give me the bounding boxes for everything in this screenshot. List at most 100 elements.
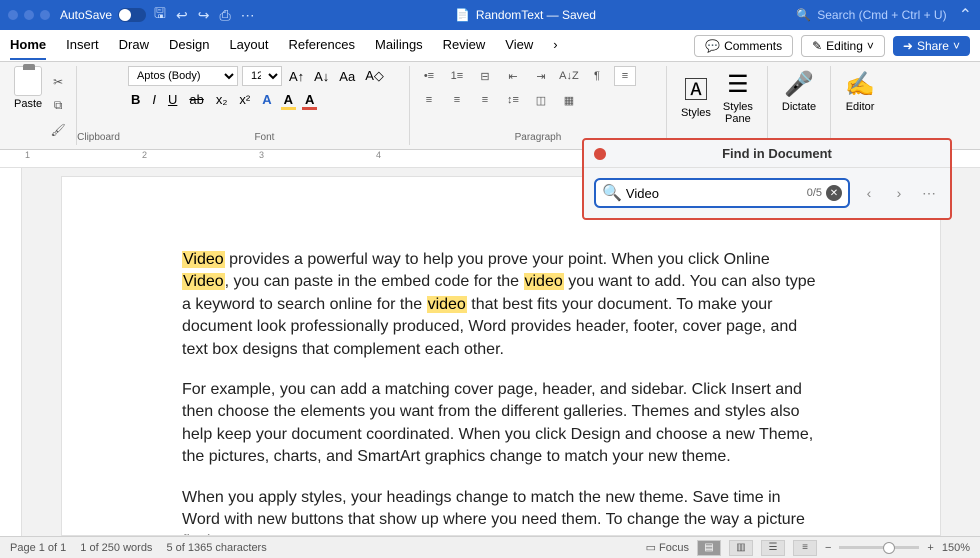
copy-icon[interactable]: ⧉: [48, 96, 68, 116]
status-page[interactable]: Page 1 of 1: [10, 542, 66, 554]
strikethrough-button[interactable]: ab: [186, 90, 206, 109]
print-icon[interactable]: ⎙: [219, 7, 230, 24]
window-controls[interactable]: [8, 10, 50, 20]
maximize-icon[interactable]: [40, 10, 50, 20]
close-icon[interactable]: [8, 10, 18, 20]
microphone-icon: 🎤: [784, 70, 814, 99]
bullets-icon[interactable]: •≡: [418, 66, 440, 86]
styles-pane-button[interactable]: ☰ Styles Pane: [717, 66, 759, 145]
font-color-button[interactable]: A: [302, 90, 317, 109]
quick-access-toolbar: 🖫 ↩ ↪ ⎙ ⋯: [154, 3, 255, 27]
tab-draw[interactable]: Draw: [119, 31, 149, 60]
paragraph-3[interactable]: When you apply styles, your headings cha…: [182, 487, 820, 536]
status-bar: Page 1 of 1 1 of 250 words 5 of 1365 cha…: [0, 536, 980, 558]
autosave-label: AutoSave: [60, 8, 112, 22]
line-spacing-icon[interactable]: ↕≡: [502, 90, 524, 110]
zoom-in-button[interactable]: +: [927, 542, 933, 554]
find-title: Find in Document: [614, 146, 940, 161]
paragraph-1[interactable]: Video provides a powerful way to help yo…: [182, 249, 820, 361]
paste-button[interactable]: Paste: [14, 66, 42, 145]
document-area: Video provides a powerful way to help yo…: [0, 168, 980, 536]
find-prev-button[interactable]: ‹: [858, 182, 880, 204]
tab-more[interactable]: ›: [553, 31, 557, 60]
autosave-toggle[interactable]: AutoSave: [60, 8, 146, 22]
increase-indent-icon[interactable]: ⇥: [530, 66, 552, 86]
draft-view-icon[interactable]: ≡: [793, 540, 817, 556]
superscript-button[interactable]: x²: [236, 90, 253, 109]
outline-view-icon[interactable]: ☰: [761, 540, 785, 556]
shrink-font-icon[interactable]: A↓: [311, 67, 332, 86]
clipboard-icon: [14, 66, 42, 96]
share-button[interactable]: ➜ Share ˅: [893, 36, 970, 56]
align-right-icon[interactable]: ≡: [446, 90, 468, 110]
font-size-select[interactable]: 12: [242, 66, 282, 86]
align-left-icon[interactable]: ≡: [614, 66, 636, 86]
change-case-icon[interactable]: Aa: [336, 67, 358, 86]
format-painter-icon[interactable]: 🖌: [48, 120, 68, 140]
document-page[interactable]: Video provides a powerful way to help yo…: [61, 176, 941, 536]
find-options-button[interactable]: ⋯: [918, 182, 940, 204]
search-icon: 🔍: [796, 8, 811, 22]
vertical-ruler[interactable]: [0, 168, 22, 536]
editor-icon: ✍: [845, 70, 875, 99]
borders-icon[interactable]: ▦: [558, 90, 580, 110]
ribbon-tab-bar: Home Insert Draw Design Layout Reference…: [0, 30, 980, 62]
tab-references[interactable]: References: [289, 31, 355, 60]
comments-button[interactable]: 💬 Comments: [694, 35, 793, 57]
tab-home[interactable]: Home: [10, 31, 46, 60]
editing-button[interactable]: ✎ Editing ˅: [801, 35, 885, 57]
web-layout-view-icon[interactable]: ▥: [729, 540, 753, 556]
close-icon[interactable]: [594, 148, 606, 160]
status-chars[interactable]: 5 of 1365 characters: [166, 542, 266, 554]
toggle-icon[interactable]: [118, 8, 146, 22]
find-input[interactable]: [622, 184, 807, 203]
dictate-button[interactable]: 🎤 Dictate: [776, 66, 822, 117]
clear-format-icon[interactable]: A◇: [362, 66, 387, 86]
print-layout-view-icon[interactable]: ▤: [697, 540, 721, 556]
ribbon-options-icon[interactable]: ⌃: [959, 5, 972, 25]
find-next-button[interactable]: ›: [888, 182, 910, 204]
subscript-button[interactable]: x₂: [213, 90, 231, 109]
find-input-wrapper[interactable]: 🔍 0/5 ✕: [594, 178, 850, 208]
focus-button[interactable]: ▭ Focus: [646, 541, 689, 554]
styles-button[interactable]: 🄰 Styles: [675, 66, 717, 145]
sort-icon[interactable]: A↓Z: [558, 66, 580, 86]
search-field[interactable]: 🔍 Search (Cmd + Ctrl + U): [796, 8, 946, 22]
grow-font-icon[interactable]: A↑: [286, 67, 307, 86]
text-effects-button[interactable]: A: [259, 90, 274, 109]
font-name-select[interactable]: Aptos (Body): [128, 66, 238, 86]
paragraph-2[interactable]: For example, you can add a matching cove…: [182, 379, 820, 469]
numbering-icon[interactable]: 1≡: [446, 66, 468, 86]
cut-icon[interactable]: ✂: [48, 72, 68, 92]
redo-icon[interactable]: ↪: [198, 7, 210, 24]
justify-icon[interactable]: ≡: [474, 90, 496, 110]
minimize-icon[interactable]: [24, 10, 34, 20]
zoom-slider[interactable]: [839, 546, 919, 549]
tab-layout[interactable]: Layout: [229, 31, 268, 60]
styles-icon: 🄰: [684, 70, 708, 105]
ribbon-home-content: Paste ✂ ⧉ 🖌 Clipboard Aptos (Body) 12 A↑…: [0, 62, 980, 150]
bold-button[interactable]: B: [128, 90, 143, 109]
zoom-out-button[interactable]: −: [825, 542, 831, 554]
clear-icon[interactable]: ✕: [826, 185, 842, 201]
highlight-button[interactable]: A: [281, 90, 296, 109]
save-icon[interactable]: 🖫: [154, 3, 166, 27]
document-title: 📄 RandomText — Saved: [255, 8, 797, 22]
more-icon[interactable]: ⋯: [241, 7, 255, 24]
zoom-level[interactable]: 150%: [942, 542, 970, 554]
tab-mailings[interactable]: Mailings: [375, 31, 423, 60]
italic-button[interactable]: I: [149, 90, 159, 109]
multilevel-icon[interactable]: ⊟: [474, 66, 496, 86]
editor-button[interactable]: ✍ Editor: [839, 66, 881, 117]
decrease-indent-icon[interactable]: ⇤: [502, 66, 524, 86]
underline-button[interactable]: U: [165, 90, 180, 109]
tab-insert[interactable]: Insert: [66, 31, 99, 60]
status-words[interactable]: 1 of 250 words: [80, 542, 152, 554]
undo-icon[interactable]: ↩: [176, 7, 188, 24]
align-center-icon[interactable]: ≡: [418, 90, 440, 110]
tab-review[interactable]: Review: [443, 31, 486, 60]
shading-icon[interactable]: ◫: [530, 90, 552, 110]
tab-view[interactable]: View: [505, 31, 533, 60]
tab-design[interactable]: Design: [169, 31, 209, 60]
show-marks-icon[interactable]: ¶: [586, 66, 608, 86]
